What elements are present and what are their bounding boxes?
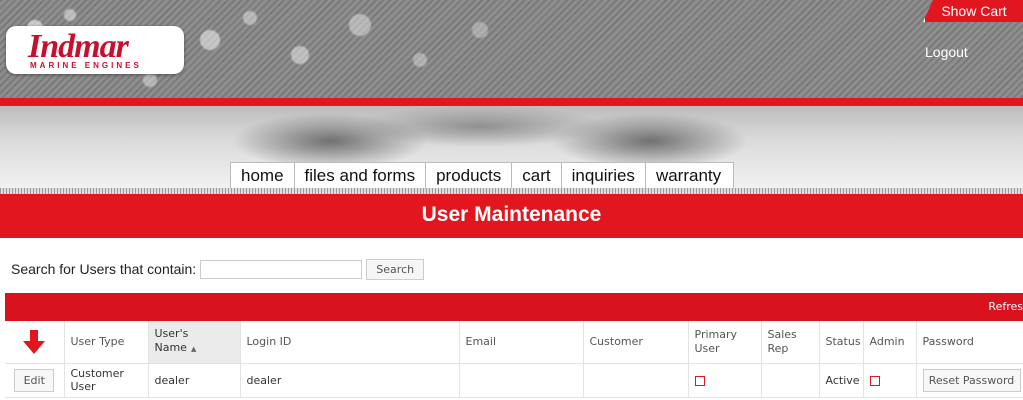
cell-user-type: Customer User	[64, 363, 149, 398]
search-button[interactable]: Search	[366, 258, 425, 280]
sort-ascending-icon: ▲	[190, 345, 197, 354]
page-title: User Maintenance	[0, 194, 1023, 238]
column-select[interactable]	[5, 321, 65, 364]
cell-customer	[583, 363, 689, 398]
cell-status: Active	[819, 363, 864, 398]
table-header-row: User Type User's Name ▲ Login ID Email Cu…	[5, 321, 1023, 364]
nav-products[interactable]: products	[426, 163, 513, 188]
admin-checkbox[interactable]	[869, 375, 880, 386]
column-admin[interactable]: Admin	[863, 321, 917, 364]
indmar-logo[interactable]: Indmar MARINE ENGINES	[6, 26, 184, 74]
cell-email	[459, 363, 584, 398]
nav-files-and-forms[interactable]: files and forms	[295, 163, 427, 188]
arrow-down-icon	[23, 329, 46, 354]
column-sales-rep[interactable]: Sales Rep	[761, 321, 820, 364]
reset-password-button[interactable]: Reset Password	[922, 368, 1021, 392]
logo-tagline: MARINE ENGINES	[30, 61, 142, 70]
edit-cell: Edit	[5, 363, 65, 398]
show-cart-button[interactable]: Show Cart	[923, 0, 1023, 22]
column-primary-user[interactable]: Primary User	[688, 321, 762, 364]
cell-login-id: dealer	[240, 363, 460, 398]
column-customer[interactable]: Customer	[583, 321, 689, 364]
main-nav: home files and forms products cart inqui…	[230, 162, 735, 188]
logout-link[interactable]: Logout	[925, 44, 968, 60]
column-status[interactable]: Status	[819, 321, 864, 364]
grid-toolbar: Refres	[5, 293, 1023, 321]
search-bar: Search for Users that contain: Search	[11, 258, 425, 280]
edit-button[interactable]: Edit	[14, 368, 55, 392]
column-user-type[interactable]: User Type	[64, 321, 149, 364]
cell-users-name: dealer	[148, 363, 241, 398]
primary-user-checkbox[interactable]	[694, 375, 705, 386]
nav-cart[interactable]: cart	[512, 163, 562, 188]
search-input[interactable]	[200, 259, 363, 279]
column-login-id[interactable]: Login ID	[240, 321, 460, 364]
column-email[interactable]: Email	[459, 321, 584, 364]
column-password[interactable]: Password	[916, 321, 1023, 364]
table-row: Edit Customer User dealer dealer Active …	[5, 363, 1023, 398]
cell-password: Reset Password	[916, 363, 1023, 398]
nav-home[interactable]: home	[231, 163, 295, 188]
site-header: Indmar MARINE ENGINES Show Cart Logout	[0, 0, 1023, 100]
nav-warranty[interactable]: warranty	[646, 163, 733, 188]
refresh-link[interactable]: Refres	[988, 300, 1023, 313]
cell-primary-user	[688, 363, 762, 398]
column-users-name[interactable]: User's Name ▲	[148, 321, 241, 364]
users-table: User Type User's Name ▲ Login ID Email Cu…	[5, 321, 1023, 398]
cell-sales-rep	[761, 363, 820, 398]
header-divider	[0, 98, 1023, 106]
column-users-name-label: User's Name	[154, 327, 189, 355]
nav-inquiries[interactable]: inquiries	[562, 163, 646, 188]
cell-admin	[863, 363, 917, 398]
search-label: Search for Users that contain:	[11, 261, 197, 277]
